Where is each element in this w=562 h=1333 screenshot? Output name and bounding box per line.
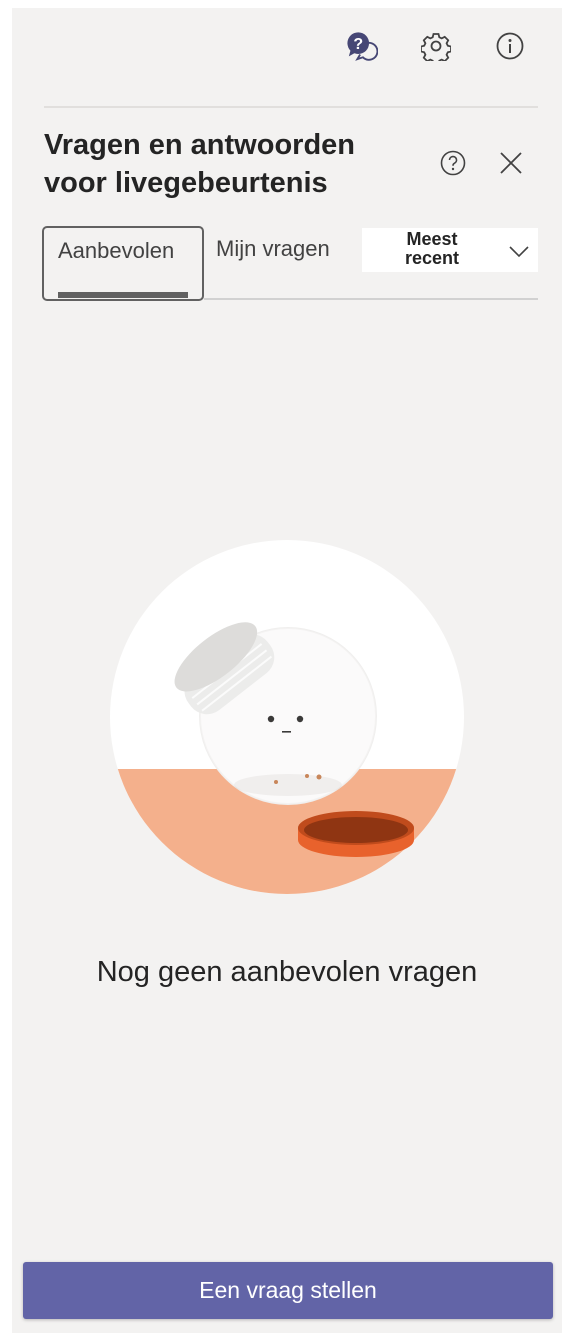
gear-icon[interactable] [420,30,452,62]
top-toolbar: ? [12,8,562,88]
info-icon[interactable] [494,30,526,62]
tab-recommended[interactable]: Aanbevolen [42,226,204,301]
qa-chat-icon[interactable]: ? [346,30,378,62]
ask-question-button[interactable]: Een vraag stellen [23,1262,553,1319]
qa-panel: ? Vragen en antwoorden voor livegebeurte… [12,8,562,1333]
help-icon[interactable] [436,146,470,180]
sort-dropdown-value: Meest recent [404,229,460,268]
empty-state-message: Nog geen aanbevolen vragen [96,956,478,988]
panel-title: Vragen en antwoorden voor livegebeurteni… [44,129,355,199]
sort-dropdown[interactable]: Meest recent [362,228,538,272]
chevron-down-icon [509,246,529,258]
empty-jar-illustration [110,540,464,894]
close-icon[interactable] [494,146,528,180]
header-divider [44,106,538,108]
svg-text:?: ? [353,36,363,53]
active-tab-indicator [58,292,188,298]
tabs-row: Aanbevolen Mijn vragen Meest recent [42,226,538,302]
tabs-divider [204,298,538,300]
tab-my-questions[interactable]: Mijn vragen [216,236,330,262]
tab-recommended-label: Aanbevolen [58,238,175,263]
